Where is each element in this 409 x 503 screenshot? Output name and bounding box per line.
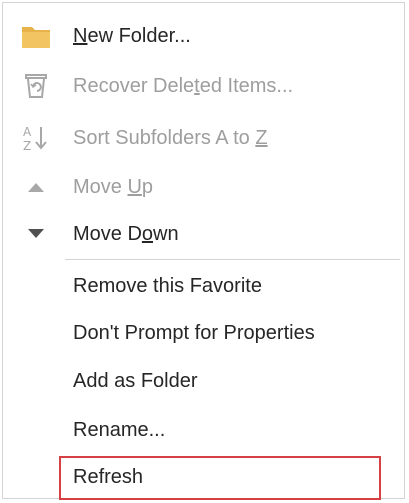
menu-item-dont-prompt-for-properties[interactable]: Don't Prompt for Properties — [3, 310, 404, 356]
triangle-up-icon — [21, 172, 51, 202]
svg-text:A: A — [23, 125, 32, 139]
menu-item-recover-deleted-items[interactable]: Recover Deleted Items... — [3, 63, 404, 109]
refresh-highlight-box — [59, 456, 381, 500]
context-menu: New Folder... Recover Deleted Items... A… — [2, 2, 405, 500]
sort-az-icon: A Z — [21, 123, 51, 153]
menu-separator — [65, 259, 400, 260]
menu-item-label: Remove this Favorite — [73, 275, 262, 297]
menu-item-new-folder[interactable]: New Folder... — [3, 13, 404, 59]
recycle-bin-icon — [21, 71, 51, 101]
triangle-down-icon — [21, 219, 51, 249]
menu-item-label: Don't Prompt for Properties — [73, 322, 315, 344]
menu-item-remove-favorite[interactable]: Remove this Favorite — [3, 263, 404, 309]
menu-item-rename[interactable]: Rename... — [3, 407, 404, 453]
menu-item-move-down[interactable]: Move Down — [3, 211, 404, 257]
menu-item-label: Sort Subfolders A to Z — [73, 127, 268, 149]
svg-text:Z: Z — [23, 139, 31, 153]
menu-item-label: New Folder... — [73, 25, 191, 47]
menu-item-label: Move Down — [73, 223, 179, 245]
menu-item-label: Recover Deleted Items... — [73, 75, 294, 97]
menu-item-sort-subfolders[interactable]: A Z Sort Subfolders A to Z — [3, 115, 404, 161]
menu-item-add-as-folder[interactable]: Add as Folder — [3, 358, 404, 404]
menu-item-label: Rename... — [73, 419, 166, 441]
folder-icon — [21, 21, 51, 51]
menu-item-move-up[interactable]: Move Up — [3, 164, 404, 210]
menu-item-label: Move Up — [73, 176, 154, 198]
menu-item-label: Add as Folder — [73, 370, 198, 392]
